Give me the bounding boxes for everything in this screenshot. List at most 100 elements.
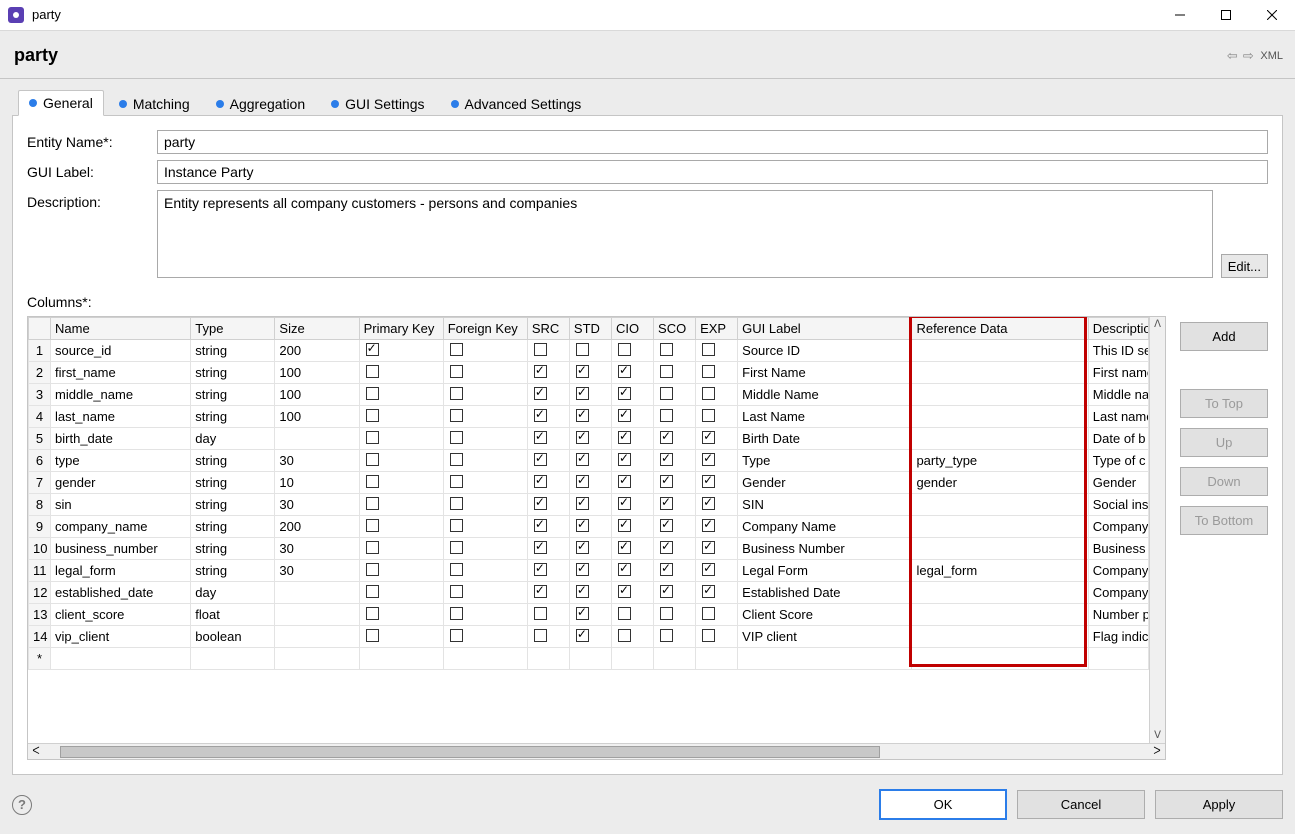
cell-foreign-key-checkbox[interactable] — [450, 541, 463, 554]
cell-primary-key-checkbox[interactable] — [366, 475, 379, 488]
cell-name[interactable]: established_date — [51, 582, 191, 604]
cell-src-checkbox[interactable] — [534, 431, 547, 444]
cell-std-checkbox[interactable] — [576, 497, 589, 510]
cell-name[interactable]: gender — [51, 472, 191, 494]
cell-std-checkbox[interactable] — [576, 607, 589, 620]
cell-exp-checkbox[interactable] — [702, 519, 715, 532]
cell-type[interactable]: string — [191, 406, 275, 428]
cell-cio-checkbox[interactable] — [618, 607, 631, 620]
table-row[interactable]: 3middle_namestring100Middle NameMiddle n… — [29, 384, 1149, 406]
cell-type[interactable]: string — [191, 494, 275, 516]
cell-foreign-key-checkbox[interactable] — [450, 475, 463, 488]
scroll-right-icon[interactable]: ᐳ — [1149, 746, 1165, 757]
help-icon[interactable]: ? — [12, 795, 32, 815]
table-row[interactable]: 10business_numberstring30Business Number… — [29, 538, 1149, 560]
col-header-foreign-key[interactable]: Foreign Key — [443, 318, 527, 340]
cell-sco-checkbox[interactable] — [660, 475, 673, 488]
cell-sco-checkbox[interactable] — [660, 607, 673, 620]
col-header-exp[interactable]: EXP — [696, 318, 738, 340]
cancel-button[interactable]: Cancel — [1017, 790, 1145, 819]
cell-primary-key-checkbox[interactable] — [366, 365, 379, 378]
cell-sco-checkbox[interactable] — [660, 497, 673, 510]
cell-sco-checkbox[interactable] — [660, 453, 673, 466]
table-row[interactable]: 13client_scorefloatClient ScoreNumber p — [29, 604, 1149, 626]
cell-exp-checkbox[interactable] — [702, 453, 715, 466]
cell-primary-key-checkbox[interactable] — [366, 629, 379, 642]
cell-src-checkbox[interactable] — [534, 629, 547, 642]
cell-gui-label[interactable]: Gender — [738, 472, 912, 494]
cell-sco-checkbox[interactable] — [660, 409, 673, 422]
cell-exp-checkbox[interactable] — [702, 541, 715, 554]
tab-advanced-settings[interactable]: Advanced Settings — [440, 90, 593, 116]
cell-gui-label[interactable]: Established Date — [738, 582, 912, 604]
cell-exp-checkbox[interactable] — [702, 475, 715, 488]
cell-gui-label[interactable]: Last Name — [738, 406, 912, 428]
cell-sco-checkbox[interactable] — [660, 541, 673, 554]
edit-description-button[interactable]: Edit... — [1221, 254, 1268, 278]
cell-exp-checkbox[interactable] — [702, 409, 715, 422]
cell-src-checkbox[interactable] — [534, 387, 547, 400]
cell-description[interactable]: This ID se — [1088, 340, 1148, 362]
col-header-index[interactable] — [29, 318, 51, 340]
cell-size[interactable] — [275, 582, 359, 604]
col-header-std[interactable]: STD — [569, 318, 611, 340]
table-row[interactable]: 9company_namestring200Company NameCompan… — [29, 516, 1149, 538]
cell-reference-data[interactable] — [912, 604, 1088, 626]
cell-name[interactable]: business_number — [51, 538, 191, 560]
col-header-reference-data[interactable]: Reference Data — [912, 318, 1088, 340]
cell-type[interactable]: float — [191, 604, 275, 626]
cell-gui-label[interactable]: Type — [738, 450, 912, 472]
cell-reference-data[interactable]: gender — [912, 472, 1088, 494]
cell-src-checkbox[interactable] — [534, 519, 547, 532]
cell-size[interactable]: 30 — [275, 494, 359, 516]
cell-std-checkbox[interactable] — [576, 365, 589, 378]
cell-cio-checkbox[interactable] — [618, 343, 631, 356]
cell-name[interactable]: legal_form — [51, 560, 191, 582]
cell-primary-key-checkbox[interactable] — [366, 387, 379, 400]
col-header-size[interactable]: Size — [275, 318, 359, 340]
col-header-sco[interactable]: SCO — [654, 318, 696, 340]
maximize-button[interactable] — [1203, 0, 1249, 30]
table-row[interactable]: 14vip_clientbooleanVIP clientFlag indic — [29, 626, 1149, 648]
cell-name[interactable]: company_name — [51, 516, 191, 538]
cell-foreign-key-checkbox[interactable] — [450, 585, 463, 598]
cell-primary-key-checkbox[interactable] — [366, 453, 379, 466]
cell-std-checkbox[interactable] — [576, 629, 589, 642]
cell-name[interactable]: sin — [51, 494, 191, 516]
cell-foreign-key-checkbox[interactable] — [450, 497, 463, 510]
down-button[interactable]: Down — [1180, 467, 1268, 496]
cell-std-checkbox[interactable] — [576, 431, 589, 444]
cell-size[interactable]: 100 — [275, 384, 359, 406]
cell-description[interactable]: Number p — [1088, 604, 1148, 626]
cell-std-checkbox[interactable] — [576, 541, 589, 554]
cell-exp-checkbox[interactable] — [702, 431, 715, 444]
cell-reference-data[interactable] — [912, 516, 1088, 538]
cell-size[interactable] — [275, 428, 359, 450]
cell-cio-checkbox[interactable] — [618, 453, 631, 466]
cell-primary-key-checkbox[interactable] — [366, 497, 379, 510]
cell-primary-key-checkbox[interactable] — [366, 607, 379, 620]
up-button[interactable]: Up — [1180, 428, 1268, 457]
horizontal-scrollbar[interactable]: ᐸ ᐳ — [28, 743, 1165, 759]
cell-std-checkbox[interactable] — [576, 453, 589, 466]
table-row[interactable]: 5birth_datedayBirth DateDate of b — [29, 428, 1149, 450]
cell-exp-checkbox[interactable] — [702, 585, 715, 598]
cell-type[interactable]: string — [191, 384, 275, 406]
cell-src-checkbox[interactable] — [534, 563, 547, 576]
cell-type[interactable]: string — [191, 560, 275, 582]
cell-src-checkbox[interactable] — [534, 409, 547, 422]
cell-gui-label[interactable]: Birth Date — [738, 428, 912, 450]
cell-std-checkbox[interactable] — [576, 343, 589, 356]
cell-reference-data[interactable]: party_type — [912, 450, 1088, 472]
cell-sco-checkbox[interactable] — [660, 585, 673, 598]
cell-size[interactable]: 30 — [275, 450, 359, 472]
entity-name-input[interactable] — [157, 130, 1268, 154]
cell-primary-key-checkbox[interactable] — [366, 343, 379, 356]
cell-src-checkbox[interactable] — [534, 475, 547, 488]
table-row[interactable]: 8sinstring30SINSocial ins — [29, 494, 1149, 516]
cell-gui-label[interactable]: Legal Form — [738, 560, 912, 582]
xml-link[interactable]: XML — [1260, 50, 1283, 62]
tab-aggregation[interactable]: Aggregation — [205, 90, 317, 116]
cell-type[interactable]: string — [191, 538, 275, 560]
cell-cio-checkbox[interactable] — [618, 365, 631, 378]
